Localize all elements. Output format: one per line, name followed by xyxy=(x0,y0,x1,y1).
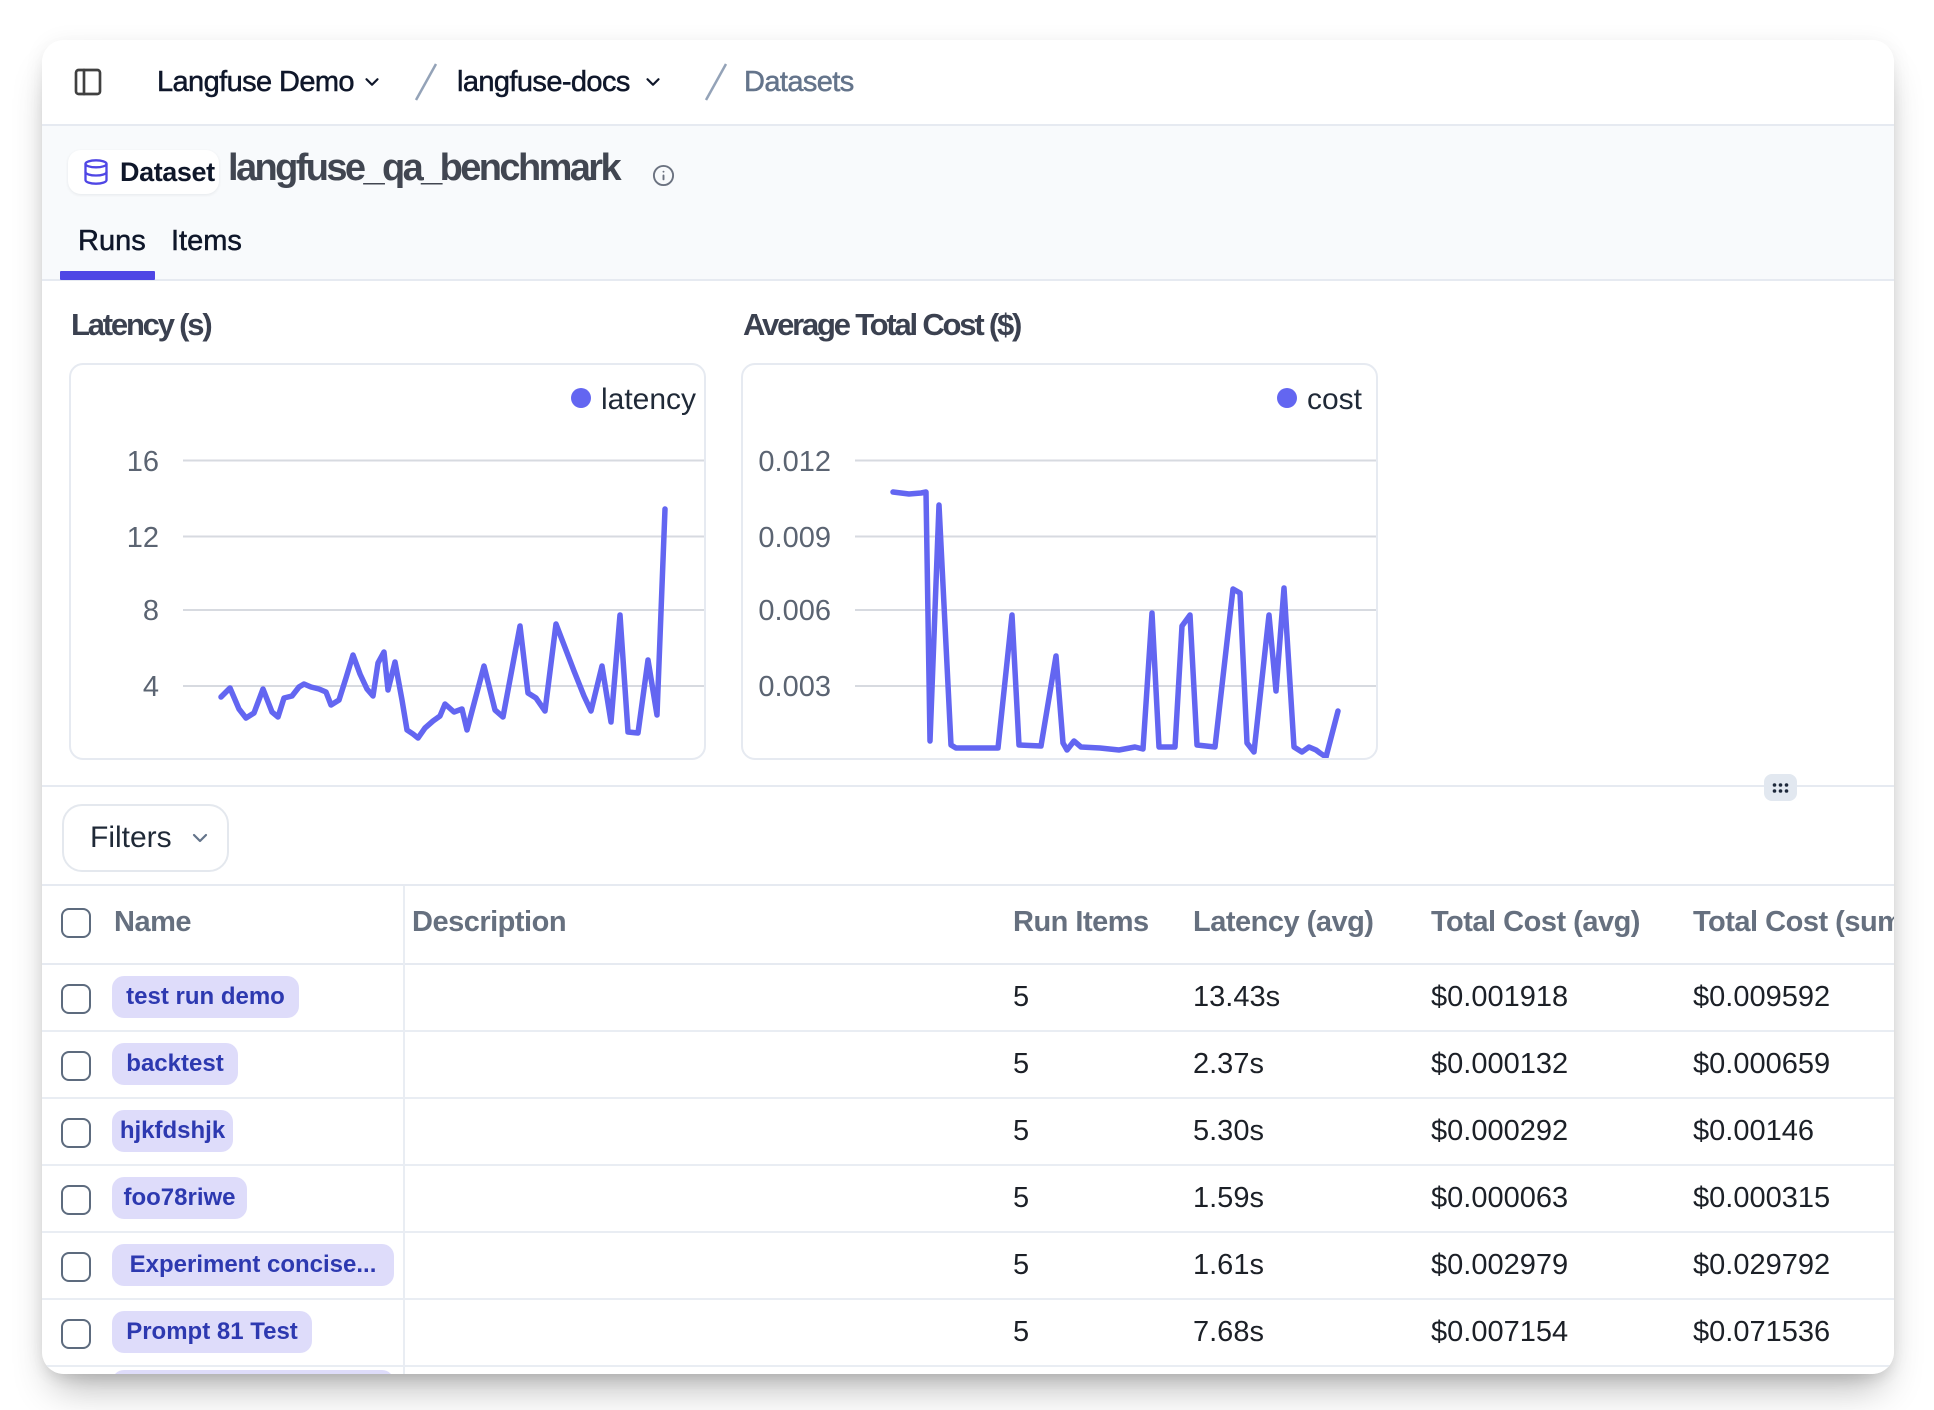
svg-text:0.006: 0.006 xyxy=(758,595,831,627)
svg-text:0.009: 0.009 xyxy=(758,522,831,554)
svg-text:16: 16 xyxy=(127,446,159,478)
svg-text:12: 12 xyxy=(127,522,159,554)
svg-text:0.012: 0.012 xyxy=(758,446,831,478)
svg-text:latency: latency xyxy=(601,383,696,416)
svg-text:4: 4 xyxy=(143,671,159,703)
svg-text:0.003: 0.003 xyxy=(758,671,831,703)
svg-text:8: 8 xyxy=(143,595,159,627)
svg-text:cost: cost xyxy=(1307,383,1363,416)
